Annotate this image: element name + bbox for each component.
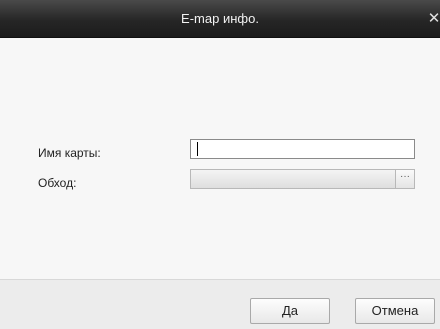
dialog-footer: Да Отмена	[0, 279, 440, 329]
browse-button[interactable]: ···	[395, 170, 414, 188]
close-icon[interactable]: ✕	[427, 11, 440, 26]
dialog-content: Имя карты: Обход: ···	[0, 38, 440, 279]
route-field[interactable]: ···	[190, 169, 415, 189]
title-bar[interactable]: E-map инфо. ✕	[0, 0, 440, 38]
emap-info-dialog: E-map инфо. ✕ Имя карты: Обход: ··· Да О…	[0, 0, 440, 329]
map-name-label: Имя карты:	[38, 146, 101, 160]
cancel-button[interactable]: Отмена	[355, 298, 435, 324]
text-cursor	[197, 142, 198, 156]
dialog-title: E-map инфо.	[181, 11, 259, 26]
map-name-input[interactable]	[190, 139, 415, 159]
route-label: Обход:	[38, 176, 77, 190]
ok-button[interactable]: Да	[250, 298, 330, 324]
